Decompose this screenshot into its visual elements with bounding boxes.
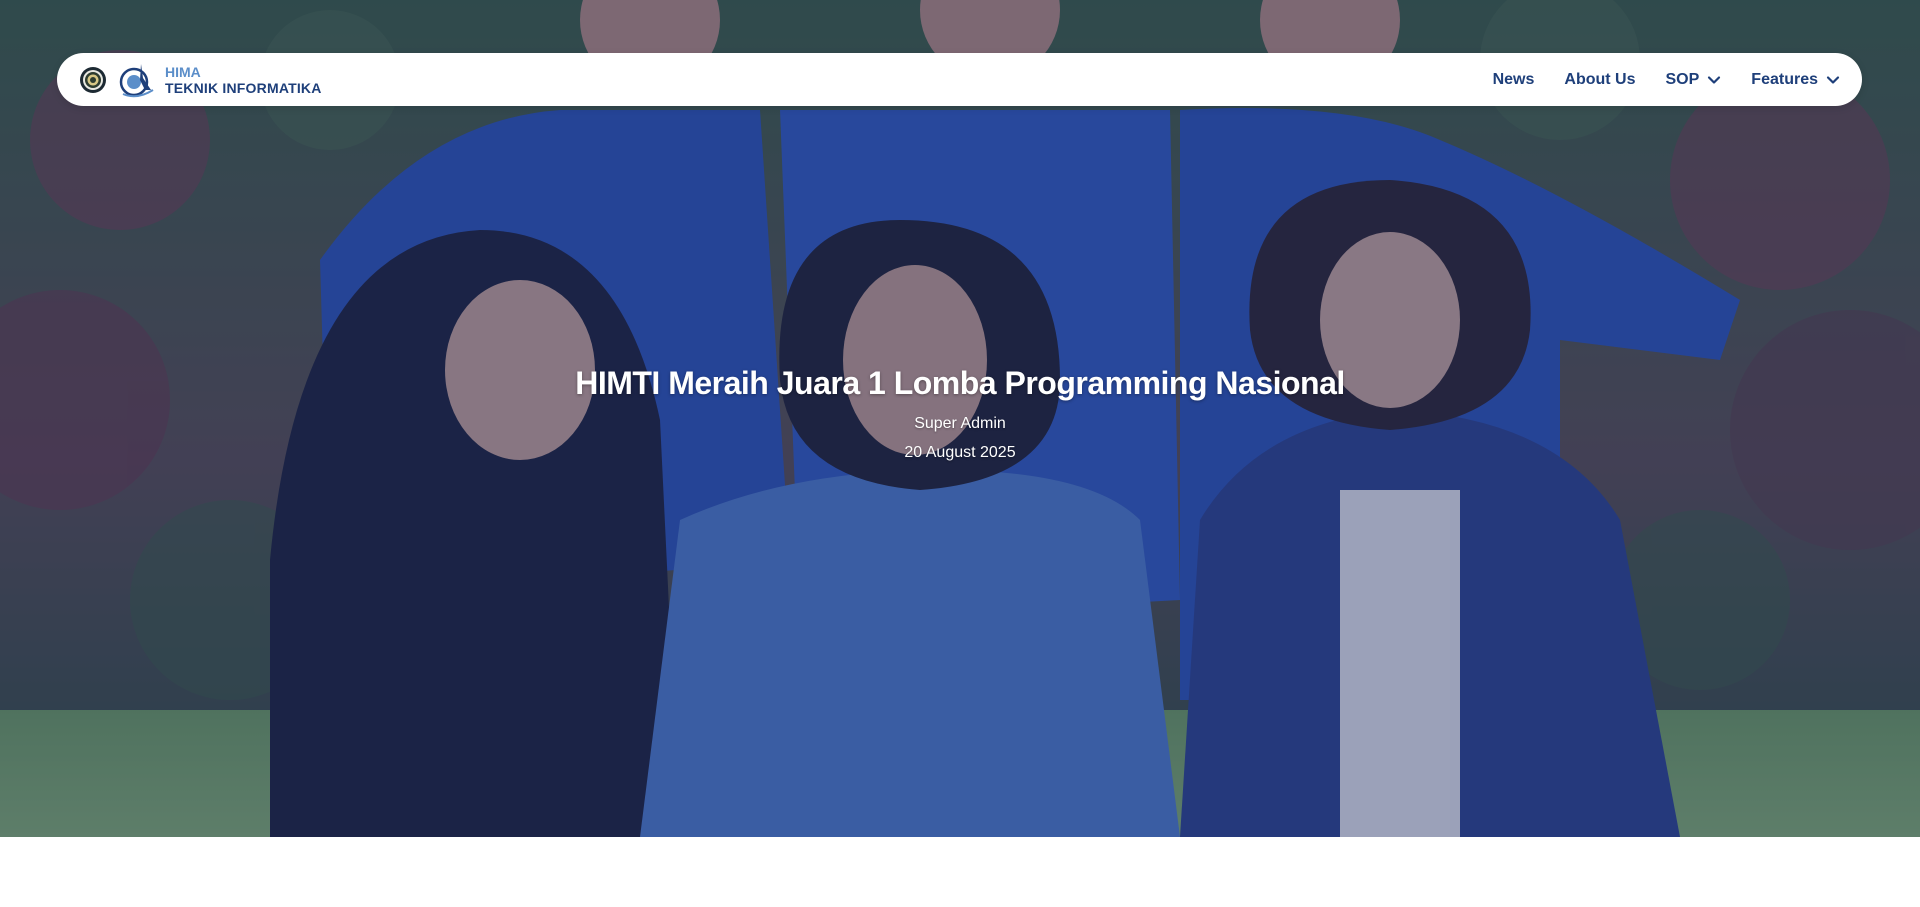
nav-item-sop[interactable]: SOP [1666, 71, 1722, 89]
article-header: HIMTI Meraih Juara 1 Lomba Programming N… [0, 365, 1920, 462]
chevron-down-icon [1826, 75, 1840, 84]
brand-name-line1: HIMA [165, 63, 201, 80]
nav-menu: News About Us SOP Features [1493, 71, 1840, 89]
article-date: 20 August 2025 [904, 444, 1016, 461]
brand-text: HIMA TEKNIK INFORMATIKA [165, 64, 322, 96]
hero-banner: HIMTI Meraih Juara 1 Lomba Programming N… [0, 0, 1920, 837]
nav-item-label: News [1492, 70, 1535, 88]
chevron-down-icon [1708, 75, 1721, 84]
nav-item-features[interactable]: Features [1751, 71, 1840, 89]
brand-home-link[interactable]: HIMA TEKNIK INFORMATIKA [79, 60, 322, 100]
university-seal-icon [80, 66, 106, 93]
nav-item-label: Features [1751, 70, 1818, 88]
nav-item-about-us[interactable]: About Us [1564, 71, 1635, 89]
nav-item-label: About Us [1564, 70, 1636, 88]
article-author: Super Admin [914, 415, 1006, 432]
nav-item-label: SOP [1665, 70, 1700, 88]
hima-informatika-logo-icon [119, 63, 154, 97]
article-title: HIMTI Meraih Juara 1 Lomba Programming N… [575, 365, 1345, 401]
brand-name-line2: TEKNIK INFORMATIKA [165, 79, 322, 96]
nav-item-news[interactable]: News [1493, 71, 1535, 89]
top-navbar: HIMA TEKNIK INFORMATIKA News About Us SO… [57, 53, 1862, 106]
